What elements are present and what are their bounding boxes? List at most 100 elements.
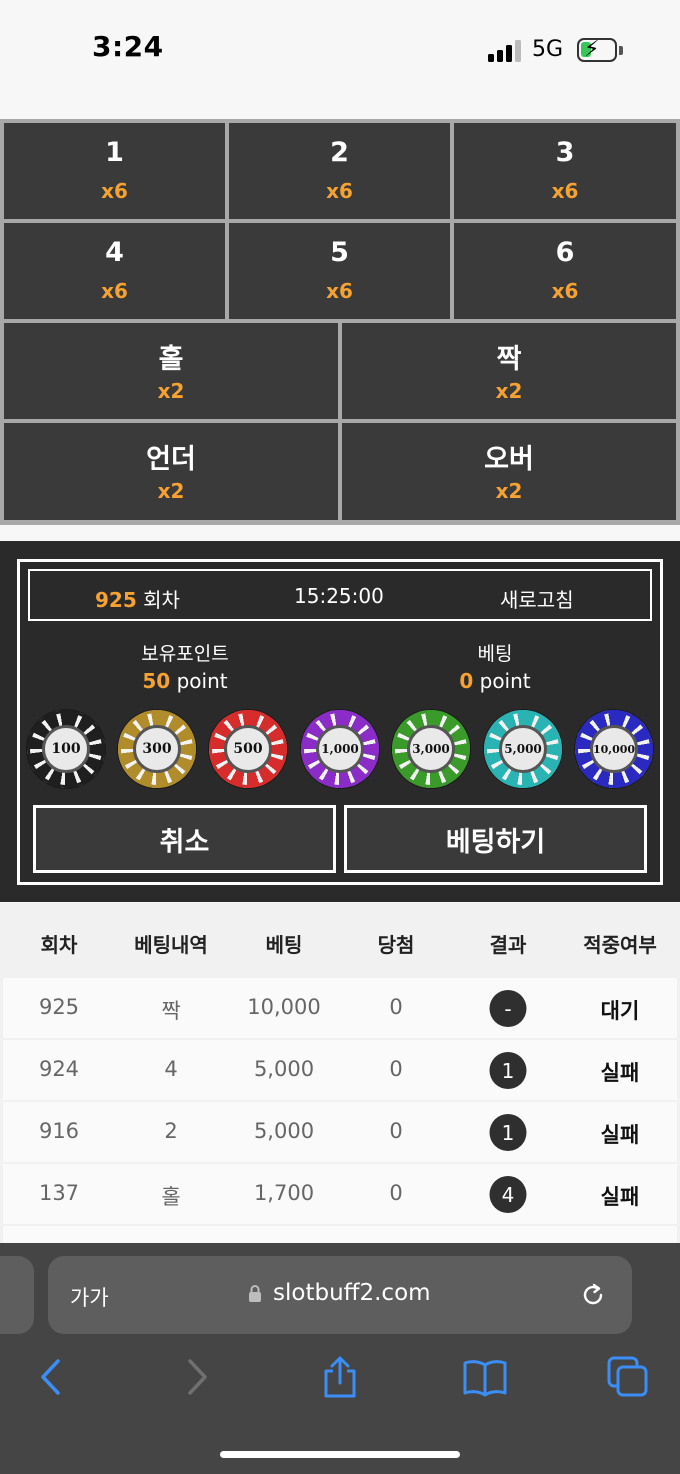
result-badge: - — [489, 990, 527, 1027]
bet-option-odds: x6 — [551, 179, 579, 203]
column-header-amount: 베팅 — [265, 933, 303, 957]
battery-charging-icon: ⚡ — [577, 37, 617, 62]
bet-amount-value: 0 point — [410, 669, 580, 693]
chip-300[interactable]: 300 — [118, 710, 196, 788]
bookmarks-icon[interactable] — [462, 1355, 508, 1399]
points-value: 50 point — [100, 669, 270, 693]
bet-option-odds: x6 — [101, 279, 128, 303]
cell-round: 925 — [38, 995, 80, 1019]
chip-500[interactable]: 500 — [209, 710, 287, 788]
round-suffix: 회차 — [143, 588, 180, 612]
forward-icon[interactable] — [186, 1355, 210, 1399]
column-header-round: 회차 — [40, 933, 78, 957]
chip-1000[interactable]: 1,000 — [301, 710, 379, 788]
bet-option-label: 3 — [555, 137, 575, 168]
bet-amount-label: 베팅 — [477, 643, 513, 665]
result-badge: 1 — [489, 1114, 527, 1151]
chip-3000[interactable]: 3,000 — [392, 710, 470, 788]
cell-round: 916 — [38, 1119, 80, 1143]
bet-option-3[interactable]: 3 x6 — [454, 123, 676, 219]
chip-value: 5,000 — [504, 742, 542, 756]
bet-option-5[interactable]: 5 x6 — [229, 223, 450, 319]
cancel-button[interactable]: 취소 — [33, 805, 336, 873]
bet-option-under[interactable]: 언더 x2 — [4, 423, 338, 520]
bet-option-label: 6 — [555, 237, 575, 268]
bet-option-2[interactable]: 2 x6 — [229, 123, 450, 219]
bet-option-grid: 1 x6 2 x6 3 x6 4 x6 5 x6 6 x6 홀 x2 짝 x2 … — [0, 119, 680, 525]
points-unit: point — [176, 669, 228, 693]
battery-cap — [619, 46, 623, 55]
table-row-partial — [3, 1226, 677, 1243]
cell-pick: 4 — [164, 1057, 178, 1081]
bet-option-label: 5 — [330, 237, 349, 268]
poker-chip-icon: 3,000 — [407, 725, 455, 773]
tabs-icon[interactable] — [606, 1355, 650, 1399]
bet-option-label: 1 — [105, 137, 124, 168]
bet-option-odds: x2 — [157, 379, 185, 403]
bet-option-odds: x6 — [326, 179, 353, 203]
bet-option-4[interactable]: 4 x6 — [4, 223, 225, 319]
cell-amount: 5,000 — [253, 1057, 315, 1081]
poker-chip-icon: 5,000 — [499, 725, 547, 773]
chip-value: 1,000 — [321, 742, 359, 756]
table-row: 137 홀 1,700 0 4 실패 — [3, 1164, 677, 1224]
cell-round: 137 — [38, 1181, 80, 1205]
cell-status: 실패 — [600, 1123, 640, 1147]
bet-option-odds: x6 — [326, 279, 353, 303]
back-icon[interactable] — [38, 1355, 62, 1399]
place-bet-button[interactable]: 베팅하기 — [344, 805, 647, 873]
cell-pick: 2 — [164, 1119, 178, 1143]
cell-win: 0 — [389, 1181, 403, 1205]
bet-option-even[interactable]: 짝 x2 — [342, 323, 676, 419]
bet-option-odds: x6 — [551, 279, 579, 303]
cell-win: 0 — [389, 1057, 403, 1081]
cell-round: 924 — [38, 1057, 80, 1081]
table-row: 924 4 5,000 0 1 실패 — [3, 1040, 677, 1100]
home-indicator — [220, 1451, 460, 1458]
chip-5000[interactable]: 5,000 — [484, 710, 562, 788]
status-bar: 3:24 5G ⚡ — [0, 0, 680, 118]
poker-chip-icon: 10,000 — [590, 725, 638, 773]
bet-amount-number: 0 — [459, 669, 474, 693]
poker-chip-icon: 1,000 — [316, 725, 364, 773]
bet-option-6[interactable]: 6 x6 — [454, 223, 676, 319]
refresh-button[interactable]: 새로고침 — [500, 584, 574, 613]
chip-100[interactable]: 100 — [27, 710, 105, 788]
chip-value: 3,000 — [412, 742, 450, 756]
bet-option-1[interactable]: 1 x6 — [4, 123, 225, 219]
cell-pick: 짝 — [161, 999, 181, 1023]
chip-value: 500 — [233, 741, 263, 757]
column-header-win: 당첨 — [377, 933, 415, 957]
result-badge: 4 — [489, 1176, 527, 1213]
cell-win: 0 — [389, 995, 403, 1019]
table-row: 916 2 5,000 0 1 실패 — [3, 1102, 677, 1162]
poker-chip-icon: 500 — [224, 725, 272, 773]
bet-option-odd[interactable]: 홀 x2 — [4, 323, 338, 419]
cell-pick: 홀 — [161, 1185, 181, 1209]
points-label: 보유포인트 — [141, 643, 229, 665]
signal-bars-icon — [488, 40, 522, 62]
bet-amount-unit: point — [479, 669, 531, 693]
cell-status: 대기 — [600, 999, 640, 1023]
bet-option-odds: x2 — [495, 479, 523, 503]
network-type: 5G — [532, 37, 564, 62]
cell-amount: 10,000 — [247, 995, 321, 1019]
text-size-button[interactable]: 가가 — [70, 1282, 109, 1312]
poker-chip-icon: 300 — [133, 725, 181, 773]
bet-history-table: 회차 베팅내역 베팅 당첨 결과 적중여부 925 짝 10,000 0 - 대… — [0, 903, 680, 1243]
result-badge: 1 — [489, 1052, 527, 1089]
column-header-hit: 적중여부 — [583, 933, 657, 957]
chip-value: 300 — [142, 741, 172, 757]
chip-value: 10,000 — [592, 742, 636, 756]
reload-icon[interactable] — [579, 1281, 607, 1309]
bet-option-over[interactable]: 오버 x2 — [342, 423, 676, 520]
address-bar[interactable]: 가가 slotbuff2.com — [48, 1256, 632, 1334]
chip-10000[interactable]: 10,000 — [575, 710, 653, 788]
share-icon[interactable] — [320, 1355, 360, 1399]
column-header-result: 결과 — [489, 933, 527, 957]
bet-option-label: 오버 — [484, 444, 534, 475]
status-time: 3:24 — [92, 30, 164, 63]
poker-chip-icon: 100 — [42, 725, 90, 773]
bet-option-odds: x2 — [495, 379, 523, 403]
previous-tab-stub[interactable] — [0, 1256, 34, 1334]
